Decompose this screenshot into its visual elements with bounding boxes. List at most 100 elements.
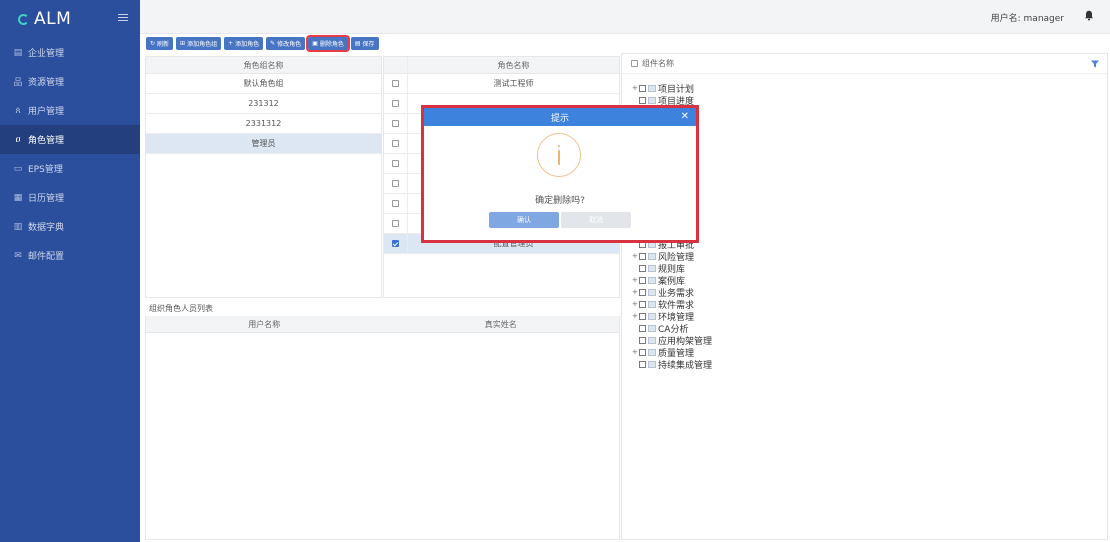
refresh-icon: ↻ (150, 40, 156, 47)
expand-icon[interactable]: + (632, 288, 639, 296)
role-name: 测试工程师 (493, 79, 534, 88)
tree-node[interactable]: CA分析 (632, 322, 712, 335)
members-table: 用户名称 真实姓名 (145, 316, 620, 540)
expand-icon[interactable]: + (632, 312, 639, 320)
sidebar-item-label: 用户管理 (28, 107, 65, 117)
logo-text: ALM (34, 9, 72, 29)
tree-node[interactable]: 持续集成管理 (632, 358, 712, 371)
tree-checkbox[interactable] (639, 264, 646, 272)
tree-checkbox[interactable] (639, 276, 646, 284)
tree-node[interactable]: 应用构架管理 (632, 334, 712, 347)
role-checkbox[interactable] (392, 120, 399, 127)
role-group-row[interactable]: 默认角色组 (146, 74, 381, 94)
role-header-checkbox-col (384, 57, 408, 73)
logo-bar: ALM (0, 0, 140, 38)
folder-icon (648, 276, 656, 284)
expand-icon[interactable]: + (632, 300, 639, 308)
tree-checkbox[interactable] (639, 360, 646, 368)
tree-node[interactable]: + 质量管理 (632, 346, 712, 359)
tree-node[interactable]: + 风险管理 (632, 250, 712, 263)
logo-icon (18, 13, 29, 25)
role-row[interactable]: 测试工程师 (384, 74, 619, 94)
sidebar-item-7[interactable]: ✉ 邮件配置 (0, 241, 140, 270)
tree-checkbox[interactable] (639, 288, 646, 296)
menu-toggle-icon[interactable] (118, 14, 128, 24)
role-checkbox[interactable] (392, 80, 399, 87)
folder-icon (648, 312, 656, 320)
sidebar-item-5[interactable]: ▦ 日历管理 (0, 183, 140, 212)
role-checkbox-cell (384, 234, 408, 253)
sidebar-item-3[interactable]: ዐ 角色管理 (0, 125, 140, 154)
dialog-title: 提示 (550, 113, 569, 124)
role-checkbox[interactable] (392, 240, 399, 247)
role-checkbox[interactable] (392, 140, 399, 147)
dialog-buttons: 确认 取消 (489, 212, 631, 228)
refresh-button[interactable]: ↻ 刷新 (146, 37, 174, 50)
members-title: 组织角色人员列表 (149, 304, 213, 313)
close-icon[interactable]: ✕ (681, 111, 689, 122)
role-group-row[interactable]: 231312 (146, 94, 381, 114)
plus-icon: + (228, 40, 234, 47)
edit-icon: ✎ (270, 40, 276, 47)
folder-icon (648, 348, 656, 356)
tree-checkbox[interactable] (639, 348, 646, 356)
tree-checkbox[interactable] (639, 252, 646, 260)
sidebar-item-label: 邮件配置 (28, 252, 65, 262)
cancel-button[interactable]: 取消 (561, 212, 631, 228)
role-checkbox[interactable] (392, 200, 399, 207)
role-checkbox-cell (384, 114, 408, 133)
save-button[interactable]: ▤ 保存 (350, 37, 379, 50)
add-group-button[interactable]: ⊞ 添加角色组 (176, 37, 222, 50)
sidebar-item-4[interactable]: ▭ EPS管理 (0, 154, 140, 183)
filter-icon[interactable] (1091, 60, 1099, 68)
sidebar-item-2[interactable]: ጰ 用户管理 (0, 96, 140, 125)
dialog-message: 确定删除吗? (535, 196, 585, 206)
calendar-icon: ▦ (13, 192, 23, 203)
role-checkbox[interactable] (392, 220, 399, 227)
col-username: 用户名称 (248, 319, 281, 329)
component-header: 组件名称 (622, 54, 1107, 74)
select-all-checkbox[interactable] (631, 60, 638, 67)
toolbar: ↻ 刷新 ⊞ 添加角色组 + 添加角色 ✎ 修改角色 ▣ 删除角色 ▤ 保存 (146, 35, 379, 52)
confirm-button[interactable]: 确认 (489, 212, 559, 228)
expand-icon[interactable]: + (632, 348, 639, 356)
sidebar-item-0[interactable]: ▤ 企业管理 (0, 38, 140, 67)
tree-node[interactable]: + 环境管理 (632, 310, 712, 323)
tree-node[interactable]: + 软件需求 (632, 298, 712, 311)
user-icon: ዐ (15, 134, 21, 145)
add-role-button[interactable]: + 添加角色 (224, 37, 264, 50)
role-checkbox-cell (384, 174, 408, 193)
tree-checkbox[interactable] (639, 96, 646, 104)
role-checkbox[interactable] (392, 100, 399, 107)
delete-role-button[interactable]: ▣ 删除角色 (306, 35, 350, 52)
tree-node[interactable]: + 项目计划 (632, 82, 712, 95)
tree-node[interactable]: + 案例库 (632, 274, 712, 287)
sidebar-item-1[interactable]: 品资源管理 (0, 67, 140, 96)
save-icon: ▤ (354, 40, 361, 47)
bell-icon[interactable] (1084, 10, 1094, 21)
expand-icon[interactable]: + (632, 252, 639, 260)
edit-role-button[interactable]: ✎ 修改角色 (266, 37, 306, 50)
expand-icon[interactable]: + (632, 84, 639, 92)
tree-checkbox[interactable] (639, 324, 646, 332)
role-group-row[interactable]: 2331312 (146, 114, 381, 134)
folder-icon (648, 252, 656, 260)
tree-checkbox[interactable] (639, 84, 646, 92)
tree-checkbox[interactable] (639, 312, 646, 320)
dictionary-icon: ▥ (13, 221, 23, 232)
tree-checkbox[interactable] (639, 300, 646, 308)
tree-node[interactable]: + 业务需求 (632, 286, 712, 299)
role-checkbox[interactable] (392, 160, 399, 167)
tree-node[interactable]: 规则库 (632, 262, 712, 275)
org-icon: 品 (13, 78, 23, 88)
sidebar-item-label: 资源管理 (28, 78, 65, 88)
role-group-row[interactable]: 管理员 (146, 134, 381, 154)
sidebar-item-6[interactable]: ▥ 数据字典 (0, 212, 140, 241)
sidebar-item-label: 角色管理 (28, 136, 65, 146)
sidebar-item-label: 日历管理 (28, 194, 65, 204)
sidebar-item-label: 数据字典 (28, 223, 65, 233)
expand-icon[interactable]: + (632, 276, 639, 284)
role-checkbox[interactable] (392, 180, 399, 187)
tree-checkbox[interactable] (639, 336, 646, 344)
dialog-titlebar: 提示 ✕ (424, 108, 696, 126)
